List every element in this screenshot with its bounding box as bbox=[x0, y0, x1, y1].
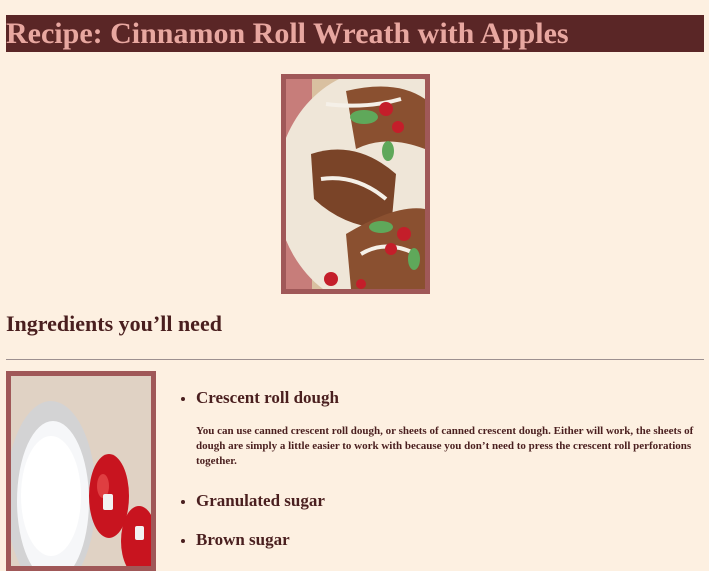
ingredients-side-image bbox=[6, 371, 156, 571]
cinnamon-roll-wreath-image bbox=[286, 79, 425, 289]
ingredient-name: Brown sugar bbox=[196, 530, 290, 549]
ingredient-item-brown-sugar: Brown sugar bbox=[196, 526, 709, 554]
ingredient-item-granulated-sugar: Granulated sugar bbox=[196, 487, 709, 515]
hero-image bbox=[281, 74, 430, 294]
ingredient-name: Granulated sugar bbox=[196, 491, 325, 510]
ingredient-description: You can use canned crescent roll dough, … bbox=[196, 425, 694, 467]
title-bar: Recipe: Cinnamon Roll Wreath with Apples bbox=[6, 15, 704, 52]
section-divider bbox=[6, 359, 704, 360]
ingredients-heading: Ingredients you’ll need bbox=[6, 311, 222, 336]
ingredient-name: Crescent roll dough bbox=[196, 388, 339, 407]
ingredients-list: Crescent roll dough You can use canned c… bbox=[176, 384, 709, 554]
page-title: Recipe: Cinnamon Roll Wreath with Apples bbox=[6, 17, 569, 50]
ingredient-item-crescent-roll-dough: Crescent roll dough You can use canned c… bbox=[196, 384, 709, 469]
sugar-and-apples-image bbox=[11, 376, 151, 566]
